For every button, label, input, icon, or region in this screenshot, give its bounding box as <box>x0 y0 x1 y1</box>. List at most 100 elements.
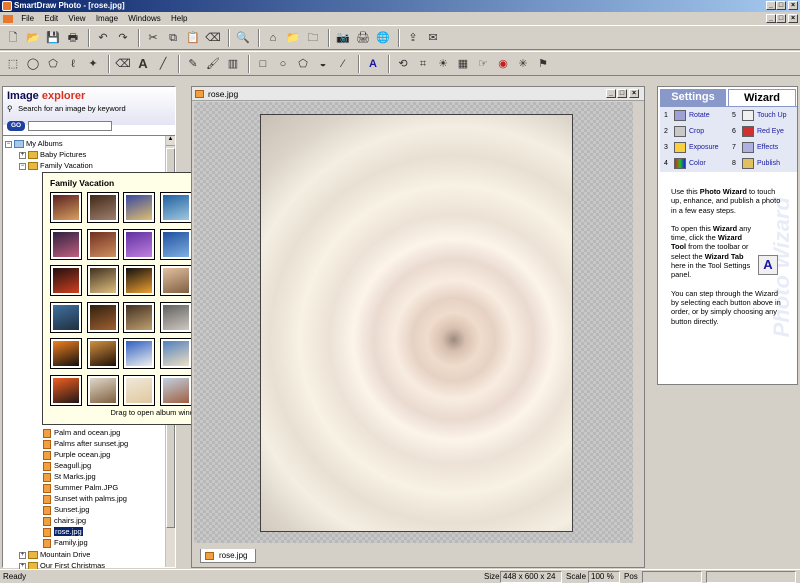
doc-close-icon[interactable]: × <box>629 89 639 98</box>
doc-restore-icon[interactable]: □ <box>617 89 627 98</box>
effects-tool-icon[interactable]: ✳ <box>514 55 532 73</box>
album-thumbnail[interactable] <box>50 192 82 223</box>
menu-image[interactable]: Image <box>92 12 122 25</box>
email-icon[interactable]: ✉ <box>424 29 442 47</box>
album-thumbnail[interactable] <box>86 301 119 333</box>
cut-icon[interactable]: ✂ <box>144 29 162 47</box>
circle-icon[interactable]: ○ <box>274 55 292 73</box>
wizard-tool-icon[interactable]: A <box>758 255 778 275</box>
expand-icon[interactable]: + <box>19 551 26 559</box>
expand-icon[interactable]: + <box>19 151 26 159</box>
album-thumbnail[interactable] <box>86 192 119 223</box>
tree-item-family-vacation[interactable]: − Family Vacation <box>5 160 165 171</box>
eyedropper-icon[interactable]: ⁄ <box>334 55 352 73</box>
airbrush-icon[interactable]: ▥ <box>224 55 242 73</box>
collapse-icon[interactable]: − <box>19 162 26 170</box>
album-thumbnail[interactable] <box>159 228 192 260</box>
brush-icon[interactable]: 🖌 <box>204 55 222 73</box>
export-icon[interactable]: ⇪ <box>404 29 422 47</box>
save-icon[interactable]: 💾 <box>44 29 62 47</box>
album-thumbnail[interactable] <box>50 301 82 333</box>
album-open-icon[interactable]: 📁 <box>284 29 302 47</box>
ellipse-select-icon[interactable]: ◯ <box>24 55 42 73</box>
collapse-icon[interactable]: − <box>5 140 12 148</box>
album-thumbnail[interactable] <box>159 338 192 369</box>
web-icon[interactable]: 🌐 <box>374 29 392 47</box>
doc-minimize-icon[interactable]: _ <box>766 14 776 23</box>
new-icon[interactable]: 🗋 <box>4 29 22 47</box>
menu-help[interactable]: Help <box>167 12 191 25</box>
redo-icon[interactable]: ↷ <box>114 29 132 47</box>
rose-photo[interactable] <box>260 114 573 532</box>
redeye-tool-icon[interactable]: ◉ <box>494 55 512 73</box>
tree-item-my-albums[interactable]: − My Albums <box>5 138 165 149</box>
list-item[interactable]: chairs.jpg <box>43 515 173 526</box>
step-effects[interactable]: 7 Effects <box>732 141 778 155</box>
album-thumbnail[interactable] <box>123 338 155 369</box>
list-item[interactable]: Family.jpg <box>43 537 173 548</box>
list-item[interactable]: Sunset with palms.jpg <box>43 493 173 504</box>
album-thumbnail[interactable] <box>50 338 82 369</box>
album-thumbnail[interactable] <box>159 374 192 406</box>
menu-edit[interactable]: Edit <box>40 12 62 25</box>
rotate-tool-icon[interactable]: ⟲ <box>394 55 412 73</box>
menu-windows[interactable]: Windows <box>124 12 164 25</box>
publish-tool-icon[interactable]: ⚑ <box>534 55 552 73</box>
exposure-tool-icon[interactable]: ☀ <box>434 55 452 73</box>
document-icon[interactable] <box>3 14 13 23</box>
album-thumbnail[interactable] <box>50 228 82 260</box>
rect-select-icon[interactable]: ⬚ <box>4 55 22 73</box>
list-item-selected[interactable]: rose.jpg <box>43 526 173 537</box>
scroll-up-icon[interactable]: ▲ <box>166 136 175 146</box>
camera-icon[interactable]: 📷 <box>334 29 352 47</box>
scanner-icon[interactable]: 🖨 <box>354 29 372 47</box>
tab-settings[interactable]: Settings <box>660 89 726 106</box>
pencil-icon[interactable]: ✎ <box>184 55 202 73</box>
magic-wand-icon[interactable]: ✦ <box>84 55 102 73</box>
album-thumbnail[interactable] <box>50 265 82 296</box>
doc-minimize-icon[interactable]: _ <box>606 89 616 98</box>
list-item[interactable]: Palms after sunset.jpg <box>43 438 173 449</box>
maximize-icon[interactable]: □ <box>776 1 786 10</box>
polygon-select-icon[interactable]: ⬠ <box>44 55 62 73</box>
print-icon[interactable]: 🖶 <box>64 29 82 47</box>
undo-icon[interactable]: ↶ <box>94 29 112 47</box>
album-thumbnail[interactable] <box>159 265 192 296</box>
doc-restore-icon[interactable]: □ <box>776 14 786 23</box>
step-touch-up[interactable]: 5 Touch Up <box>732 109 787 123</box>
close-icon[interactable]: × <box>788 1 798 10</box>
polygon-icon[interactable]: ⬠ <box>294 55 312 73</box>
go-button[interactable]: GO <box>7 121 25 131</box>
fill-icon[interactable]: ◒ <box>314 55 332 73</box>
album-thumbnail[interactable] <box>86 228 119 260</box>
home-icon[interactable]: ⌂ <box>264 29 282 47</box>
album-thumbnail[interactable] <box>86 338 119 369</box>
menu-view[interactable]: View <box>64 12 89 25</box>
doc-close-icon[interactable]: × <box>788 14 798 23</box>
lasso-icon[interactable]: ℓ <box>64 55 82 73</box>
step-crop[interactable]: 2 Crop <box>664 125 704 139</box>
tab-wizard[interactable]: Wizard <box>728 89 796 106</box>
album-thumbnail[interactable] <box>123 301 155 333</box>
eraser-icon[interactable]: ⌫ <box>114 55 132 73</box>
step-publish[interactable]: 8 Publish <box>732 157 780 171</box>
line-icon[interactable]: ╱ <box>154 55 172 73</box>
wizard-tool-icon[interactable]: A <box>364 55 382 73</box>
step-rotate[interactable]: 1 Rotate <box>664 109 710 123</box>
album-thumbnail[interactable] <box>123 228 155 260</box>
album-thumbnail[interactable] <box>159 301 192 333</box>
open-icon[interactable]: 📂 <box>24 29 42 47</box>
rectangle-icon[interactable]: □ <box>254 55 272 73</box>
app-icon[interactable] <box>2 1 12 11</box>
canvas-vscroll[interactable] <box>633 102 643 543</box>
search-input[interactable] <box>28 121 112 131</box>
list-item[interactable]: Sunset.jpg <box>43 504 173 515</box>
copy-icon[interactable]: ⧉ <box>164 29 182 47</box>
minimize-icon[interactable]: _ <box>766 1 776 10</box>
text-icon[interactable]: A <box>134 55 152 73</box>
tree-item-mountain-drive[interactable]: + Mountain Drive <box>5 549 165 560</box>
menu-file[interactable]: File <box>17 12 38 25</box>
crop-tool-icon[interactable]: ⌗ <box>414 55 432 73</box>
step-red-eye[interactable]: 6 Red Eye <box>732 125 784 139</box>
album-thumbnail[interactable] <box>86 265 119 296</box>
